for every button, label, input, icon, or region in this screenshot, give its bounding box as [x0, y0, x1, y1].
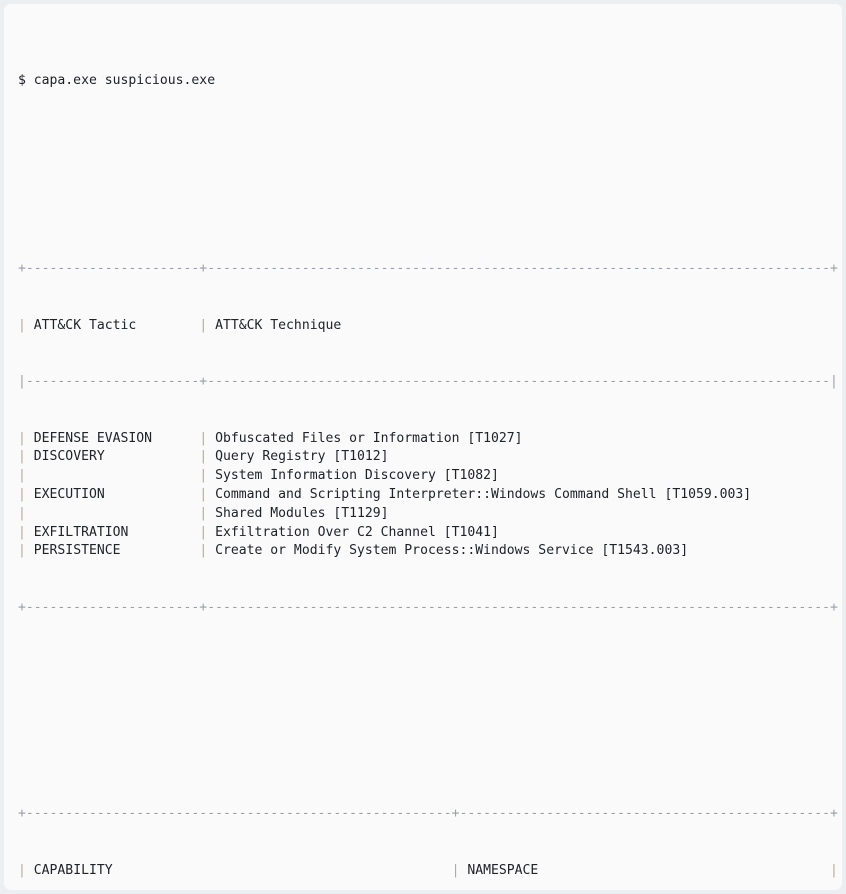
table-cell-divider: | [18, 468, 26, 484]
table-cell-divider: | [830, 862, 838, 878]
table-cell-primary: EXFILTRATION [25, 524, 200, 540]
table-cell-primary [26, 506, 199, 521]
attack-table-bottom-border: +----------------------+----------------… [18, 599, 838, 615]
attack-table-body: | DEFENSE EVASION | Obfuscated Files or … [18, 430, 842, 562]
table-cell-divider: | [18, 317, 26, 333]
table-row: | EXECUTION | Command and Scripting Inte… [18, 486, 842, 505]
capability-table-top-border: +---------------------------------------… [18, 806, 838, 822]
attack-table-header-separator: |----------------------+----------------… [18, 374, 838, 390]
attack-table-top-border: +----------------------+----------------… [18, 261, 838, 277]
table-cell-divider: | [18, 543, 26, 559]
table-cell-primary: ATT&CK Tactic [25, 317, 200, 333]
table-cell-divider: | [18, 524, 26, 540]
command-line: $ capa.exe suspicious.exe [18, 73, 216, 89]
table-row: | EXFILTRATION | Exfiltration Over C2 Ch… [18, 524, 842, 543]
table-cell-divider: | [18, 486, 26, 502]
table-cell-primary: DEFENSE EVASION [25, 430, 200, 446]
table-cell-secondary: Exfiltration Over C2 Channel [T1041] [215, 524, 499, 540]
terminal-card: $ capa.exe suspicious.exe +-------------… [4, 4, 842, 890]
table-cell-divider: | [18, 449, 26, 465]
table-cell-secondary: ATT&CK Technique [215, 317, 342, 333]
terminal-output[interactable]: $ capa.exe suspicious.exe +-------------… [18, 16, 842, 890]
table-cell-secondary: System Information Discovery [T1082] [215, 468, 499, 484]
table-cell-secondary: Shared Modules [T1129] [215, 505, 389, 521]
table-row: | ATT&CK Tactic | ATT&CK Technique | [18, 317, 842, 336]
table-cell-primary: PERSISTENCE [25, 543, 200, 559]
table-cell-secondary: Command and Scripting Interpreter::Windo… [215, 486, 752, 502]
table-row: | | Shared Modules [T1129] | [18, 505, 842, 524]
table-row: | DEFENSE EVASION | Obfuscated Files or … [18, 430, 842, 449]
table-cell-primary: CAPABILITY [25, 862, 452, 878]
table-row: | DISCOVERY | Query Registry [T1012] | [18, 448, 842, 467]
table-cell-secondary: Obfuscated Files or Information [T1027] [215, 430, 523, 446]
table-cell-secondary: NAMESPACE [459, 862, 830, 878]
table-cell-primary [26, 468, 199, 483]
table-row: | | System Information Discovery [T1082]… [18, 467, 842, 486]
table-cell-divider: | [18, 430, 26, 446]
table-cell-secondary: Query Registry [T1012] [215, 449, 389, 465]
table-cell-primary: DISCOVERY [25, 449, 200, 465]
table-cell-secondary: Create or Modify System Process::Windows… [215, 543, 689, 559]
table-cell-primary: EXECUTION [25, 486, 200, 502]
table-row: | CAPABILITY | NAMESPACE | [18, 862, 842, 881]
table-row: | PERSISTENCE | Create or Modify System … [18, 542, 842, 561]
table-cell-divider: | [18, 505, 26, 521]
table-cell-divider: | [18, 862, 26, 878]
